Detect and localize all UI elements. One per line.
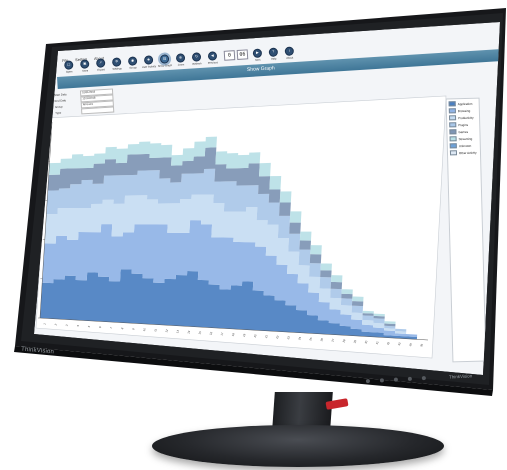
x-tick-label: 32	[386, 341, 391, 346]
x-tick-label: 28	[342, 338, 347, 343]
legend-swatch	[448, 114, 457, 121]
x-tick-label: 1	[42, 322, 46, 325]
x-tick-label: 14	[186, 330, 191, 335]
legend-label: Plugins	[458, 122, 469, 127]
x-tick-label: 10	[142, 327, 147, 332]
monitor-stand-base	[152, 425, 444, 467]
x-tick-label: 20	[253, 333, 258, 338]
legend-swatch	[448, 100, 456, 107]
x-tick-label: 35	[419, 343, 424, 348]
x-tick-label: 27	[330, 338, 335, 343]
x-tick-label: 26	[319, 337, 324, 342]
x-tick-label: 3	[65, 323, 69, 326]
x-tick-label: 11	[153, 328, 158, 333]
chart-legend: Application Browsing Productivity Plugins Ga…	[445, 97, 487, 363]
legend-swatch	[449, 142, 457, 149]
legend-label: Unknown	[458, 143, 472, 148]
x-tick-label: 25	[308, 337, 313, 342]
x-tick-label: 9	[131, 327, 135, 330]
x-tick-label: 23	[286, 335, 291, 340]
legend-label: Streaming	[458, 136, 473, 141]
legend-swatch	[449, 135, 457, 142]
power-button[interactable]	[421, 376, 426, 381]
x-tick-label: 12	[164, 328, 169, 333]
x-tick-label: 13	[175, 329, 180, 334]
x-tick-label: 8	[120, 327, 124, 330]
x-tick-label: 16	[208, 331, 213, 336]
menu-button[interactable]	[365, 378, 371, 384]
x-tick-label: 5	[87, 325, 91, 328]
x-tick-label: 6	[98, 325, 102, 328]
x-tick-label: 2	[54, 323, 58, 326]
legend-label: Games	[458, 129, 469, 134]
legend-label: Productivity	[458, 115, 474, 120]
x-tick-label: 19	[242, 333, 247, 338]
x-tick-label: 4	[76, 324, 80, 327]
x-tick-label: 7	[109, 326, 113, 329]
legend-label: Other Activity	[458, 150, 477, 155]
x-tick-label: 29	[353, 339, 358, 344]
x-tick-label: 15	[197, 330, 202, 335]
legend-swatch	[448, 107, 456, 114]
legend-item[interactable]: Plugins	[449, 121, 477, 128]
x-tick-label: 33	[397, 342, 402, 347]
x-tick-label: 22	[275, 335, 280, 340]
x-tick-label: 21	[264, 334, 269, 339]
x-tick-label: 31	[375, 340, 380, 345]
legend-item[interactable]: Streaming	[449, 135, 478, 142]
down-button[interactable]	[379, 378, 385, 383]
legend-swatch	[449, 128, 457, 135]
legend-item[interactable]: Productivity	[448, 114, 477, 121]
input-button[interactable]	[407, 376, 412, 381]
legend-item[interactable]: Browsing	[448, 107, 477, 114]
legend-label: Application	[457, 101, 473, 106]
x-tick-label: 17	[220, 331, 225, 336]
legend-item[interactable]: Application	[448, 100, 477, 107]
x-tick-label: 34	[408, 342, 413, 347]
legend-label: Browsing	[457, 108, 471, 113]
x-tick-label: 18	[231, 332, 236, 337]
legend-item[interactable]: Unknown	[449, 142, 478, 149]
up-button[interactable]	[393, 377, 399, 382]
legend-swatch	[449, 121, 457, 128]
legend-swatch	[449, 149, 458, 156]
x-tick-label: 24	[297, 336, 302, 341]
legend-item[interactable]: Other Activity	[449, 149, 478, 156]
x-tick-label: 30	[364, 340, 369, 345]
legend-item[interactable]: Games	[449, 128, 477, 135]
